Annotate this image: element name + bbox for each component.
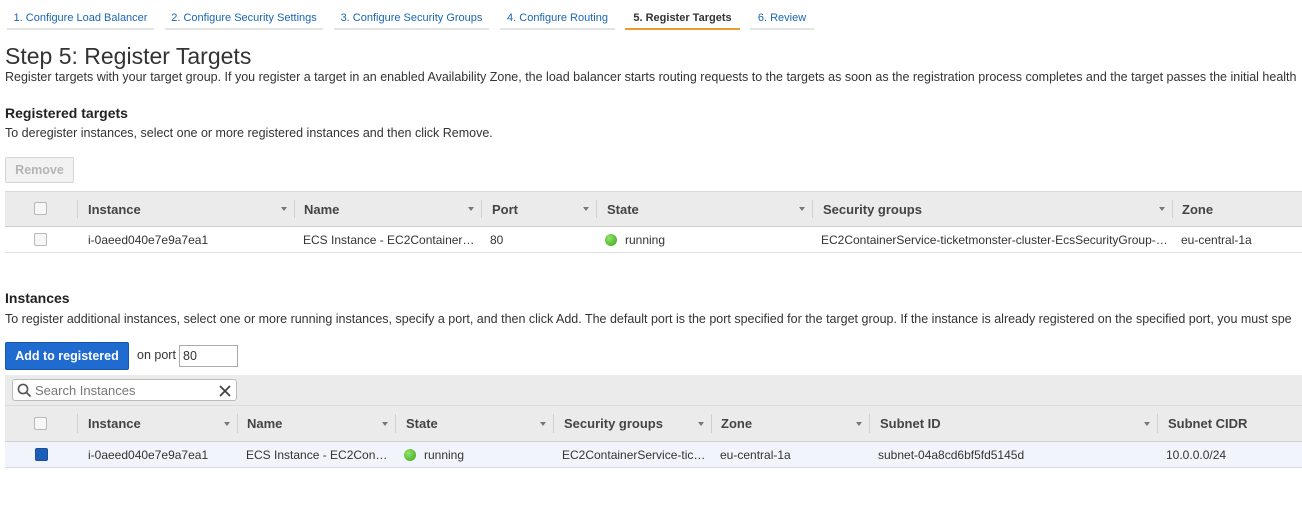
col-instance[interactable]: Instance xyxy=(88,192,141,226)
row-checkbox[interactable] xyxy=(34,233,47,246)
tab-review[interactable]: 6. Review xyxy=(750,10,814,30)
cell-subnet-id: subnet-04a8cd6bf5fd5145d xyxy=(878,447,1025,462)
cell-security-groups: EC2ContainerService-tic… xyxy=(562,447,706,462)
col-security-groups[interactable]: Security groups xyxy=(564,406,663,441)
cell-instance: i-0aeed040e7e9a7ea1 xyxy=(88,232,209,247)
cell-subnet-cidr: 10.0.0.0/24 xyxy=(1166,447,1227,462)
search-icon xyxy=(17,383,32,398)
add-to-registered-button[interactable]: Add to registered xyxy=(5,342,129,370)
instances-hint: To register additional instances, select… xyxy=(5,312,1292,326)
sort-caret-icon[interactable] xyxy=(1159,207,1165,211)
page-title: Step 5: Register Targets xyxy=(5,43,252,69)
cell-security-groups: EC2ContainerService-ticketmonster-cluste… xyxy=(821,232,1166,247)
col-zone[interactable]: Zone xyxy=(721,406,752,441)
clear-search-icon[interactable] xyxy=(219,385,231,397)
col-instance[interactable]: Instance xyxy=(88,406,141,441)
page-description: Register targets with your target group.… xyxy=(5,70,1297,84)
sort-caret-icon[interactable] xyxy=(382,422,388,426)
col-state[interactable]: State xyxy=(406,406,438,441)
col-security-groups[interactable]: Security groups xyxy=(823,192,922,226)
table-row[interactable]: i-0aeed040e7e9a7ea1 ECS Instance - EC2Co… xyxy=(5,442,1302,468)
cell-port: 80 xyxy=(490,232,504,247)
cell-zone: eu-central-1a xyxy=(1181,232,1252,247)
cell-state: running xyxy=(605,227,665,252)
sort-caret-icon[interactable] xyxy=(468,207,474,211)
tab-register-targets[interactable]: 5. Register Targets xyxy=(625,10,740,30)
sort-caret-icon[interactable] xyxy=(1144,422,1150,426)
cell-name: ECS Instance - EC2Con… xyxy=(246,447,388,462)
col-subnet-cidr[interactable]: Subnet CIDR xyxy=(1168,406,1247,441)
sort-caret-icon[interactable] xyxy=(540,422,546,426)
select-all-checkbox[interactable] xyxy=(34,417,47,430)
search-box[interactable] xyxy=(12,379,237,401)
state-label: running xyxy=(625,232,666,247)
tab-configure-load-balancer[interactable]: 1. Configure Load Balancer xyxy=(7,10,154,30)
col-port[interactable]: Port xyxy=(492,192,518,226)
sort-caret-icon[interactable] xyxy=(281,207,287,211)
registered-targets-hint: To deregister instances, select one or m… xyxy=(5,126,493,140)
sort-caret-icon[interactable] xyxy=(224,422,230,426)
col-zone[interactable]: Zone xyxy=(1182,192,1213,226)
col-state[interactable]: State xyxy=(607,192,639,226)
state-label: running xyxy=(424,447,465,462)
col-name[interactable]: Name xyxy=(247,406,282,441)
search-input[interactable] xyxy=(35,382,215,398)
running-status-icon xyxy=(605,233,617,246)
wizard-tabs: 1. Configure Load Balancer 2. Configure … xyxy=(0,0,1302,32)
sort-caret-icon[interactable] xyxy=(583,207,589,211)
tab-configure-security-groups[interactable]: 3. Configure Security Groups xyxy=(334,10,489,30)
sort-caret-icon[interactable] xyxy=(799,207,805,211)
on-port-label: on port xyxy=(137,348,176,362)
remove-button[interactable]: Remove xyxy=(5,157,74,183)
col-subnet-id[interactable]: Subnet ID xyxy=(880,406,941,441)
tab-configure-routing[interactable]: 4. Configure Routing xyxy=(500,10,615,30)
table-row[interactable]: i-0aeed040e7e9a7ea1 ECS Instance - EC2Co… xyxy=(5,227,1302,253)
select-all-checkbox[interactable] xyxy=(34,202,47,215)
running-status-icon xyxy=(404,448,416,461)
port-input[interactable] xyxy=(179,345,238,367)
registered-table-header: Instance Name Port State Security groups… xyxy=(5,191,1302,227)
col-name[interactable]: Name xyxy=(304,192,339,226)
instances-table-header: Instance Name State Security groups Zone… xyxy=(5,405,1302,442)
cell-name: ECS Instance - EC2Container… xyxy=(303,232,475,247)
tab-configure-security-settings[interactable]: 2. Configure Security Settings xyxy=(165,10,323,30)
registered-targets-heading: Registered targets xyxy=(5,105,128,121)
row-checkbox[interactable] xyxy=(35,448,48,461)
sort-caret-icon[interactable] xyxy=(856,422,862,426)
cell-instance: i-0aeed040e7e9a7ea1 xyxy=(88,447,209,462)
cell-state: running xyxy=(404,442,464,467)
instances-heading: Instances xyxy=(5,290,70,306)
cell-zone: eu-central-1a xyxy=(720,447,791,462)
sort-caret-icon[interactable] xyxy=(698,422,704,426)
search-bar xyxy=(5,375,1302,405)
